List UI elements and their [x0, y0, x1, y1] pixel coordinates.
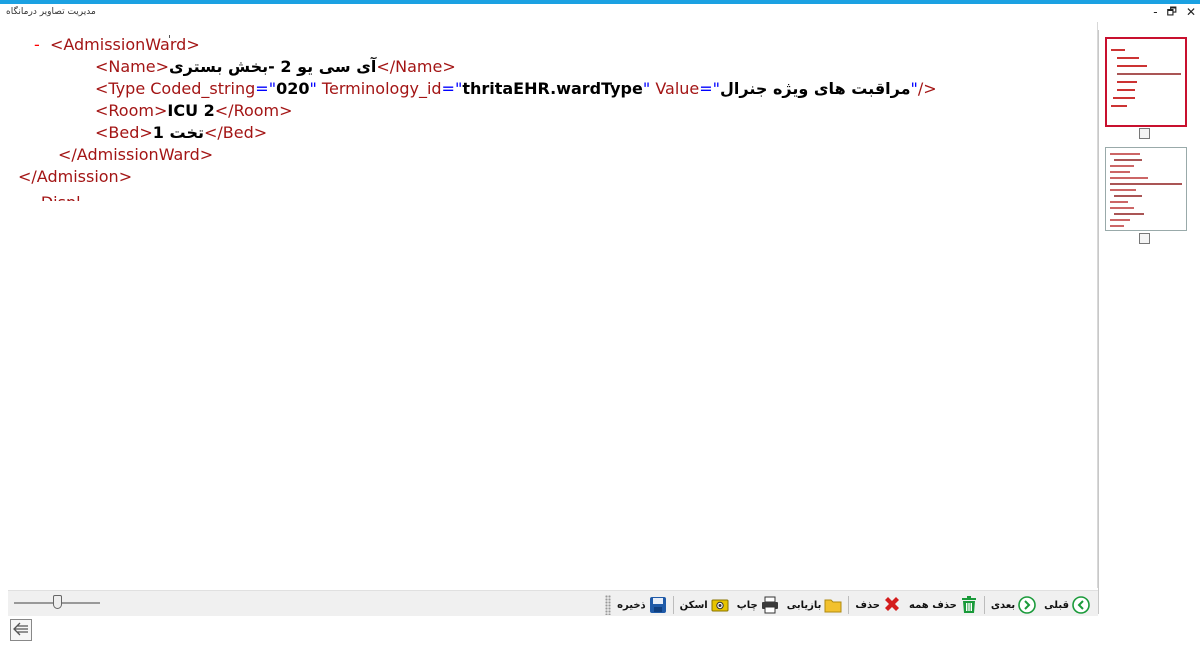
- bottom-toolbar: ذخیره اسکن چاپ بازیابی حذف حذف همه بعدی …: [8, 590, 1098, 616]
- toolbar-separator: [848, 596, 850, 614]
- xml-attr: Value: [655, 79, 700, 98]
- xml-attr: Terminology_id: [321, 79, 442, 98]
- xml-attr-value: thritaEHR.wardType: [462, 79, 643, 98]
- xml-tag: </AdmissionWard>: [58, 145, 214, 164]
- toolbar-separator: [983, 596, 985, 614]
- thumbnail-page-1[interactable]: [1105, 37, 1187, 127]
- save-button[interactable]: ذخیره: [615, 596, 669, 614]
- delete-all-button[interactable]: حذف همه: [907, 596, 980, 614]
- window-controls: - 🗗 ✕: [1153, 5, 1196, 19]
- xml-text: ICU 2: [167, 101, 215, 120]
- retrieve-label: بازیابی: [786, 599, 822, 611]
- toolbar-separator: [672, 596, 674, 614]
- floppy-disk-icon: [649, 596, 667, 614]
- scan-button[interactable]: اسکن: [678, 596, 731, 614]
- print-label: چاپ: [736, 599, 758, 611]
- window-accent-bar: [0, 0, 1200, 4]
- xml-line-admission-close: </Admission>: [18, 166, 132, 188]
- thumbnail-page-2[interactable]: [1105, 147, 1187, 231]
- xml-tag: <Type: [95, 79, 151, 98]
- save-label: ذخیره: [617, 599, 646, 611]
- back-button[interactable]: [10, 619, 32, 641]
- xml-attr-value: مراقبت های ویژه جنرال: [720, 79, 911, 98]
- xml-tag: <AdmissionWard>: [49, 35, 200, 54]
- printer-icon: [761, 596, 779, 614]
- xml-tag: <Room>: [95, 101, 168, 120]
- xml-line-partial: - Displ: [30, 192, 81, 201]
- folder-icon: [824, 596, 842, 614]
- retrieve-button[interactable]: بازیابی: [785, 596, 845, 614]
- close-button[interactable]: ✕: [1186, 5, 1196, 19]
- xml-line-name: <Name>آی سی یو 2 -بخش بستری</Name>: [95, 56, 456, 78]
- xml-line-admissionward-open: - <AdmissionWard>: [34, 34, 200, 56]
- xml-tag: </Bed>: [203, 123, 268, 142]
- thumbnail-checkbox-1[interactable]: [1139, 128, 1150, 139]
- xml-tag: </Admission>: [18, 167, 133, 186]
- xml-tag: <Name>: [95, 57, 170, 76]
- red-x-icon: [883, 596, 901, 614]
- xml-text: تخت 1: [152, 123, 204, 142]
- prev-arrow-icon: [1072, 596, 1090, 614]
- xml-line-bed: <Bed>تخت 1</Bed>: [95, 122, 267, 144]
- delete-button[interactable]: حذف: [853, 596, 903, 614]
- print-button[interactable]: چاپ: [735, 596, 781, 614]
- xml-line-admissionward-close: </AdmissionWard>: [58, 144, 213, 166]
- restore-button[interactable]: 🗗: [1167, 5, 1177, 19]
- xml-tag: <Bed>: [95, 123, 153, 142]
- xml-tag: </Room>: [214, 101, 293, 120]
- xml-line-type: <Type Coded_string="020" Terminology_id=…: [95, 79, 937, 98]
- back-arrow-icon: [13, 621, 29, 640]
- xml-attr: Coded_string: [150, 79, 256, 98]
- camera-icon: [711, 596, 729, 614]
- delete-label: حذف: [855, 599, 881, 611]
- xml-text: آی سی یو 2 -بخش بستری: [169, 57, 377, 76]
- collapse-toggle[interactable]: -: [34, 35, 40, 54]
- xml-line-room: <Room>ICU 2</Room>: [95, 100, 293, 122]
- next-arrow-icon: [1018, 596, 1036, 614]
- next-label: بعدی: [990, 599, 1016, 611]
- prev-button[interactable]: قبلی: [1042, 596, 1092, 614]
- zoom-slider-thumb[interactable]: [52, 595, 62, 609]
- trash-icon: [960, 596, 978, 614]
- delete-all-label: حذف همه: [909, 599, 957, 611]
- toolbar-buttons: ذخیره اسکن چاپ بازیابی حذف حذف همه بعدی …: [605, 594, 1092, 616]
- thumbnail-panel: [1098, 30, 1192, 614]
- xml-viewer[interactable]: - <AdmissionWard> <Name>آی سی یو 2 -بخش …: [8, 22, 1098, 588]
- next-button[interactable]: بعدی: [989, 596, 1038, 614]
- toolbar-grip[interactable]: [605, 595, 612, 615]
- scan-label: اسکن: [679, 599, 708, 611]
- prev-label: قبلی: [1044, 599, 1069, 611]
- xml-tag: />: [917, 79, 937, 98]
- minimize-button[interactable]: -: [1153, 5, 1157, 19]
- xml-tag: </Name>: [376, 57, 456, 76]
- window-title: مدیریت تصاویر درمانگاه: [6, 7, 96, 17]
- thumbnail-checkbox-2[interactable]: [1139, 233, 1150, 244]
- xml-attr-value: 020: [276, 79, 310, 98]
